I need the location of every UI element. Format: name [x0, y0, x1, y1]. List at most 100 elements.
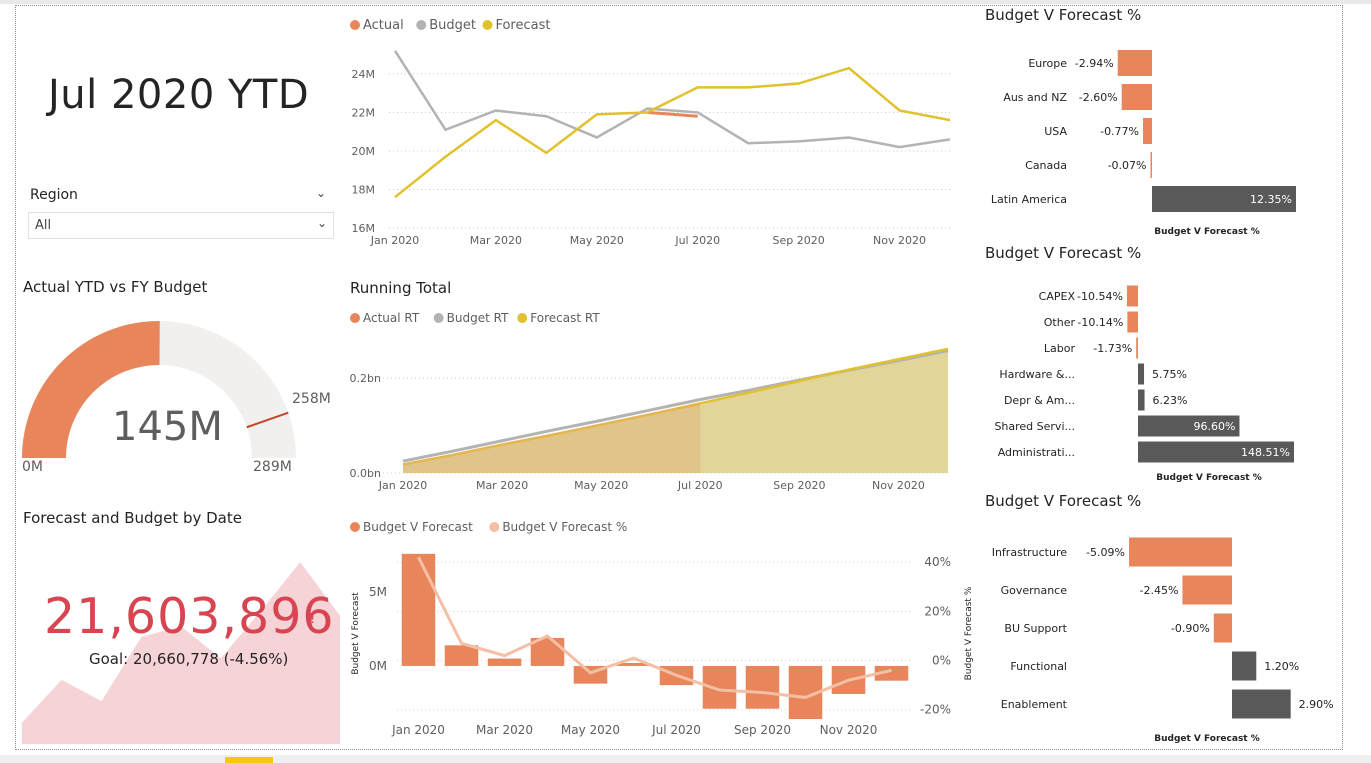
page-title: Jul 2020 YTD — [48, 72, 310, 118]
x-axis-title: Budget V Forecast % — [1154, 227, 1260, 237]
x-tick-label: Mar 2020 — [476, 479, 528, 492]
y2-tick-label: 40% — [924, 555, 951, 569]
variance-bar — [1138, 389, 1145, 411]
data-label: 6.23% — [1153, 394, 1188, 407]
kpi-value: 21,603,896 — [44, 588, 335, 645]
kpi-alert-icon: ! — [310, 612, 316, 627]
data-label: -0.77% — [1100, 125, 1139, 138]
variance-bar — [1232, 651, 1257, 681]
x-tick-label: Jul 2020 — [651, 723, 701, 737]
category-label: Enablement — [1001, 698, 1068, 711]
gauge-value: 145M — [112, 404, 223, 450]
variance-bar — [1232, 689, 1291, 719]
variance-bar — [1182, 575, 1232, 605]
actual-rt-area — [403, 404, 701, 473]
data-label: -10.14% — [1077, 316, 1123, 329]
x-tick-label: Sep 2020 — [734, 723, 791, 737]
series-line-forecast — [394, 66, 951, 199]
variance-bar — [1138, 363, 1145, 385]
variance-bar — [1213, 613, 1232, 643]
data-label: -0.07% — [1108, 159, 1147, 172]
chevron-down-icon[interactable]: ⌄ — [317, 216, 327, 230]
variance-bar — [1150, 152, 1152, 178]
data-label: -2.60% — [1079, 91, 1118, 104]
gauge-title: Actual YTD vs FY Budget — [23, 278, 208, 296]
variance-bar — [1126, 285, 1138, 307]
data-label: -0.90% — [1171, 622, 1210, 635]
running-total-area-chart[interactable]: Actual RT Budget RT Forecast RT 0.0bn 0.2bn J… — [345, 300, 965, 500]
variance-bar — [1129, 537, 1232, 567]
kpi-title: Forecast and Budget by Date — [23, 509, 242, 527]
region-slicer-dropdown[interactable]: All ⌄ — [28, 212, 334, 239]
variance-bar — [1143, 118, 1152, 144]
data-label: -2.45% — [1140, 584, 1179, 597]
variance-bar — [745, 665, 780, 709]
category-label: Canada — [1025, 159, 1067, 172]
x-tick-label: Jul 2020 — [674, 234, 720, 247]
running-total-title: Running Total — [350, 279, 452, 297]
y-tick-label: 0.0bn — [350, 467, 381, 480]
top-toolbar-strip — [0, 0, 1371, 4]
region-slicer-value: All — [35, 218, 52, 233]
y-tick-label: 24M — [352, 68, 376, 81]
data-label: 5.75% — [1152, 368, 1187, 381]
data-label: -10.54% — [1077, 290, 1123, 303]
legend-label: Forecast — [495, 18, 550, 33]
y2-tick-label: -20% — [920, 703, 951, 717]
legend-marker — [482, 20, 493, 30]
category-label: Latin America — [991, 193, 1067, 206]
actual-budget-forecast-line-chart[interactable]: Actual Budget Forecast16M18M20M22M24MJan 2… — [345, 10, 965, 255]
x-tick-label: May 2020 — [570, 234, 624, 247]
variance-bar — [401, 553, 436, 666]
y-tick-label: 18M — [352, 183, 376, 196]
x-tick-label: Nov 2020 — [820, 723, 878, 737]
legend-marker — [350, 20, 360, 30]
legend-marker — [489, 522, 500, 532]
legend-marker — [517, 313, 528, 323]
y-tick-label: 0M — [369, 659, 387, 673]
legend-marker — [350, 522, 360, 532]
x-axis-title: Budget V Forecast % — [1156, 473, 1262, 483]
x-tick-label: Sep 2020 — [773, 479, 825, 492]
gauge-target-label: 258M — [292, 391, 331, 407]
category-label: Governance — [1001, 584, 1068, 597]
y2-tick-label: 0% — [932, 654, 951, 668]
slicer-collapse-icon[interactable]: ⌄ — [316, 186, 326, 200]
category-label: CAPEX — [1039, 290, 1076, 303]
function-variance-bar-chart[interactable]: Infrastructure -5.09% Governance -2.45% BU S… — [985, 528, 1341, 746]
category-label: Hardware &... — [999, 368, 1075, 381]
region-variance-title: Budget V Forecast % — [985, 6, 1142, 24]
function-variance-title: Budget V Forecast % — [985, 492, 1142, 510]
x-tick-label: Sep 2020 — [773, 234, 825, 247]
region-slicer-label: Region — [30, 187, 78, 203]
variance-bar — [1121, 84, 1152, 110]
gauge-min-label: 0M — [22, 459, 43, 475]
category-label: Shared Servi... — [994, 420, 1075, 433]
legend-label: Budget V Forecast % — [502, 520, 627, 534]
data-label: -1.73% — [1093, 342, 1132, 355]
legend-label: Actual RT — [363, 311, 420, 325]
category-label: Functional — [1010, 660, 1067, 673]
legend-label: Budget — [429, 18, 476, 33]
variance-bar — [487, 658, 522, 666]
y-tick-label: 5M — [369, 585, 387, 599]
y-tick-label: 0.2bn — [350, 372, 381, 385]
x-tick-label: Mar 2020 — [470, 234, 522, 247]
gauge-max-label: 289M — [253, 459, 292, 475]
active-page-tab[interactable] — [225, 757, 273, 763]
variance-bar — [444, 645, 479, 666]
category-label: USA — [1044, 125, 1067, 138]
legend-marker — [416, 20, 427, 30]
budget-v-forecast-combo-chart[interactable]: Budget V Forecast Budget V Forecast % 0M 5M… — [345, 512, 985, 744]
legend-label: Budget V Forecast — [363, 520, 473, 534]
category-variance-bar-chart[interactable]: CAPEX -10.54%Other -10.14%Labor -1.73% Hardw… — [985, 278, 1341, 488]
variance-bar — [1117, 50, 1152, 76]
x-tick-label: Nov 2020 — [872, 479, 925, 492]
y2-tick-label: 20% — [924, 604, 951, 618]
region-variance-bar-chart[interactable]: Europe -2.94% Aus and NZ -2.60% USA -0.77% Can… — [985, 40, 1341, 240]
y-tick-label: 20M — [352, 145, 376, 158]
category-label: Depr & Am... — [1004, 394, 1075, 407]
legend-label: Actual — [363, 18, 404, 33]
x-tick-label: Jul 2020 — [677, 479, 723, 492]
x-axis-title: Budget V Forecast % — [1154, 734, 1260, 744]
